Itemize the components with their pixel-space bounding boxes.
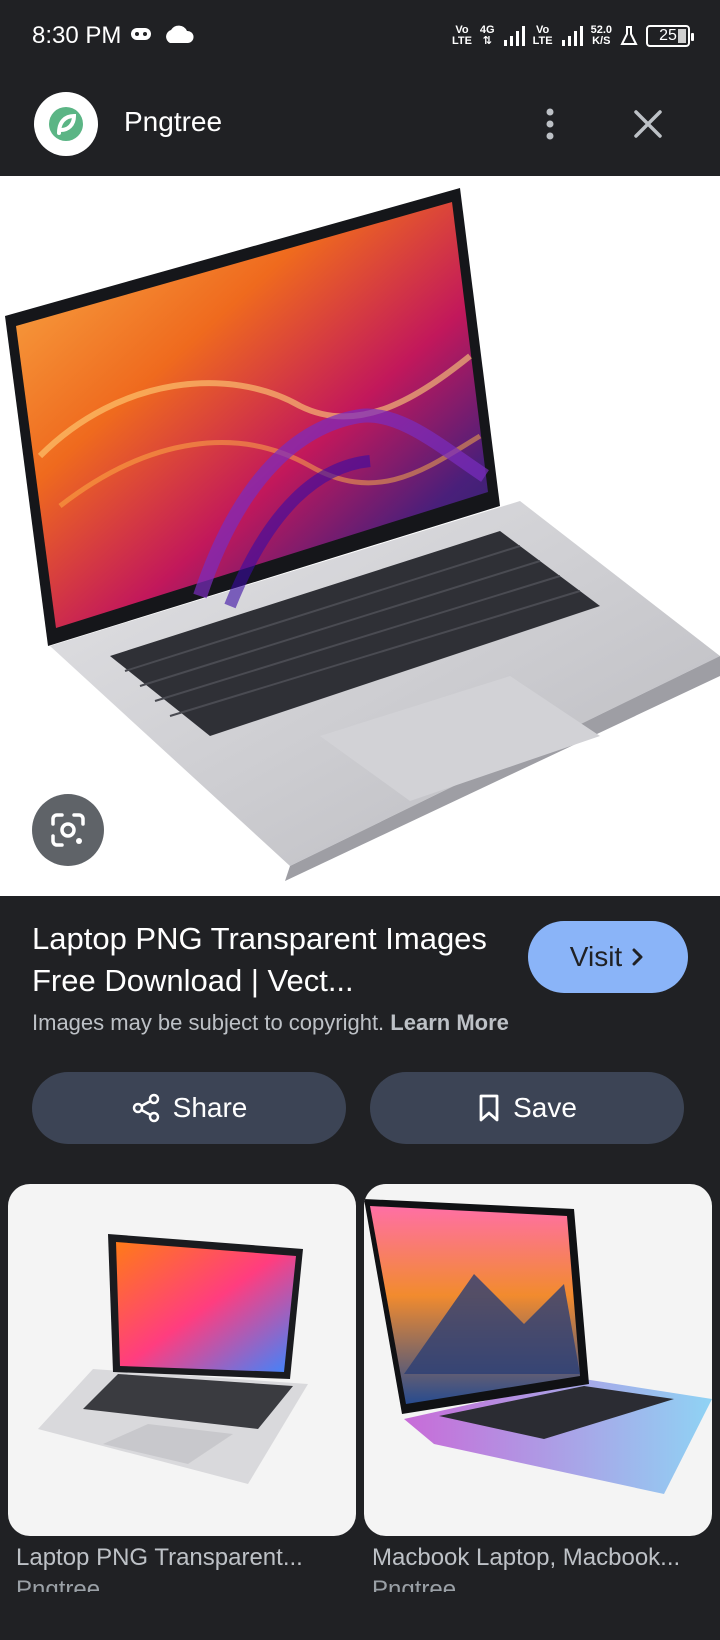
- site-name[interactable]: Pngtree: [124, 106, 222, 138]
- visit-button[interactable]: Visit: [528, 921, 688, 993]
- share-button[interactable]: Share: [32, 1072, 346, 1144]
- result-title[interactable]: Laptop PNG Transparent Images Free Downl…: [32, 918, 502, 1002]
- lens-icon: [51, 813, 85, 847]
- status-time: 8:30 PM: [32, 22, 122, 49]
- related-title[interactable]: Macbook Laptop, Macbook...: [372, 1544, 712, 1572]
- visit-label: Visit: [569, 941, 623, 972]
- bookmark-icon: [479, 1094, 499, 1122]
- cloud-icon: [166, 25, 194, 43]
- related-title[interactable]: Laptop PNG Transparent...: [16, 1544, 356, 1572]
- status-bar: 8:30 PM Vo LTE 4G ⇅ Vo LTE 52.0 K/S 25: [0, 0, 720, 72]
- copyright-notice: Images may be subject to copyright. Lear…: [32, 1010, 509, 1036]
- main-image[interactable]: [0, 176, 720, 896]
- close-icon[interactable]: [630, 106, 666, 142]
- volte-indicator-1: Vo LTE: [451, 24, 472, 47]
- related-laptop-image-1: [38, 1234, 308, 1484]
- network-type-indicator: 4G ⇅: [479, 24, 495, 47]
- related-image-card[interactable]: [8, 1184, 356, 1536]
- share-label: Share: [172, 1092, 248, 1123]
- share-icon: [132, 1093, 159, 1123]
- related-source: Pngtree: [372, 1578, 457, 1592]
- pngtree-logo-icon: [49, 107, 83, 141]
- related-source: Pngtree: [16, 1578, 101, 1592]
- network-speed: 52.0 K/S: [590, 24, 612, 47]
- learn-more-link[interactable]: Learn More: [390, 1010, 509, 1035]
- status-icons: Vo LTE 4G ⇅ Vo LTE 52.0 K/S 25: [451, 22, 694, 50]
- signal-strength-icon-1: [503, 26, 525, 46]
- viewer-header: Pngtree: [0, 72, 720, 176]
- save-label: Save: [513, 1092, 577, 1123]
- google-lens-button[interactable]: [32, 794, 104, 866]
- battery-indicator: 25: [646, 25, 694, 47]
- related-image-card[interactable]: [364, 1184, 712, 1536]
- volte-indicator-2: Vo LTE: [532, 24, 553, 47]
- lab-flask-icon: [620, 26, 638, 45]
- related-laptop-image-2: [364, 1199, 712, 1494]
- more-options-icon[interactable]: [538, 106, 562, 142]
- save-button[interactable]: Save: [370, 1072, 684, 1144]
- copyright-text: Images may be subject to copyright.: [32, 1010, 385, 1035]
- site-logo: [34, 92, 98, 156]
- signal-strength-icon-2: [561, 26, 583, 46]
- game-controller-icon: [131, 28, 151, 40]
- chevron-right-icon: [632, 948, 643, 966]
- laptop-image: [5, 188, 720, 881]
